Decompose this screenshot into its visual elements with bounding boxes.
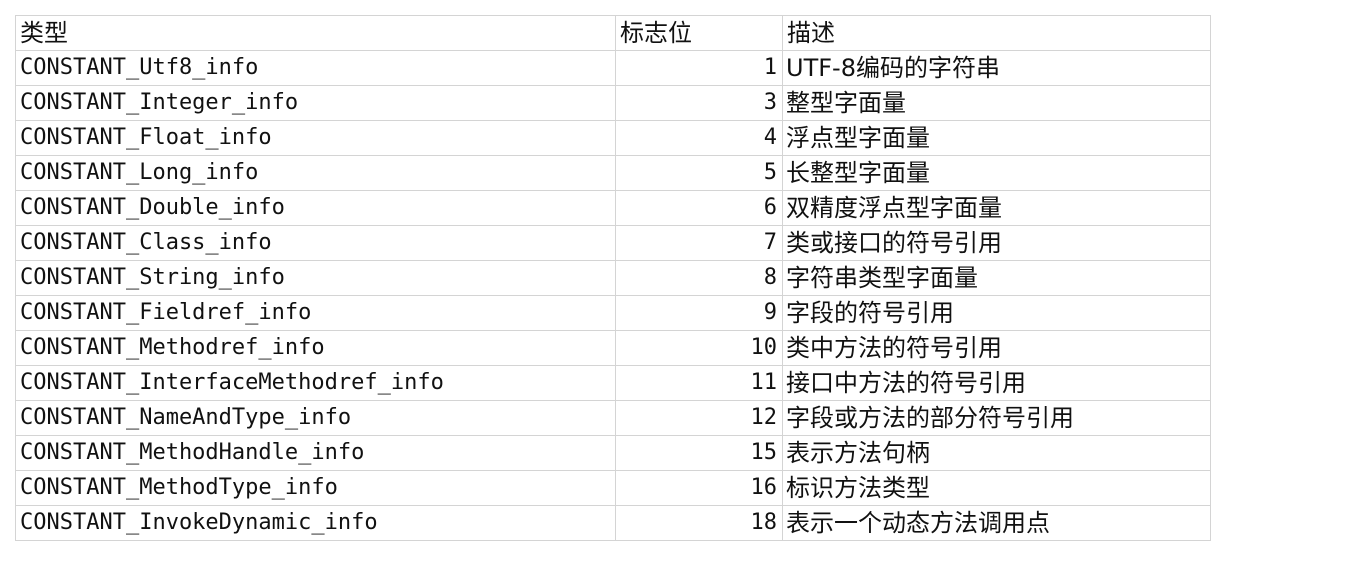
- cell-description[interactable]: 字段或方法的部分符号引用: [782, 400, 1211, 436]
- cell-description[interactable]: 浮点型字面量: [782, 120, 1211, 156]
- cell-type[interactable]: CONSTANT_MethodHandle_info: [15, 435, 616, 471]
- cell-description[interactable]: 类或接口的符号引用: [782, 225, 1211, 261]
- table-row: CONSTANT_NameAndType_info 12 字段或方法的部分符号引用: [15, 400, 1211, 436]
- table-row: CONSTANT_Integer_info 3 整型字面量: [15, 85, 1211, 121]
- cell-description[interactable]: UTF-8编码的字符串: [782, 50, 1211, 86]
- cell-tag[interactable]: 4: [615, 120, 783, 156]
- table-row: CONSTANT_Class_info 7 类或接口的符号引用: [15, 225, 1211, 261]
- header-type[interactable]: 类型: [15, 15, 616, 51]
- cell-tag[interactable]: 15: [615, 435, 783, 471]
- cell-description[interactable]: 长整型字面量: [782, 155, 1211, 191]
- cell-description[interactable]: 字符串类型字面量: [782, 260, 1211, 296]
- cell-description[interactable]: 表示方法句柄: [782, 435, 1211, 471]
- cell-description[interactable]: 字段的符号引用: [782, 295, 1211, 331]
- table-row: CONSTANT_Float_info 4 浮点型字面量: [15, 120, 1211, 156]
- cell-type[interactable]: CONSTANT_Integer_info: [15, 85, 616, 121]
- table-row: CONSTANT_Fieldref_info 9 字段的符号引用: [15, 295, 1211, 331]
- header-row: 类型 标志位 描述: [15, 15, 1211, 51]
- cell-type[interactable]: CONSTANT_Double_info: [15, 190, 616, 226]
- cell-type[interactable]: CONSTANT_Utf8_info: [15, 50, 616, 86]
- cell-tag[interactable]: 7: [615, 225, 783, 261]
- table-row: CONSTANT_InterfaceMethodref_info 11 接口中方法的…: [15, 365, 1211, 401]
- table-row: CONSTANT_MethodType_info 16 标识方法类型: [15, 470, 1211, 506]
- cell-description[interactable]: 接口中方法的符号引用: [782, 365, 1211, 401]
- header-description[interactable]: 描述: [782, 15, 1211, 51]
- table-row: CONSTANT_String_info 8 字符串类型字面量: [15, 260, 1211, 296]
- cell-type[interactable]: CONSTANT_MethodType_info: [15, 470, 616, 506]
- cell-tag[interactable]: 12: [615, 400, 783, 436]
- cell-description[interactable]: 标识方法类型: [782, 470, 1211, 506]
- table-row: CONSTANT_InvokeDynamic_info 18 表示一个动态方法调用点: [15, 505, 1211, 541]
- cell-tag[interactable]: 6: [615, 190, 783, 226]
- cell-type[interactable]: CONSTANT_NameAndType_info: [15, 400, 616, 436]
- cell-type[interactable]: CONSTANT_InterfaceMethodref_info: [15, 365, 616, 401]
- cell-tag[interactable]: 3: [615, 85, 783, 121]
- cell-description[interactable]: 类中方法的符号引用: [782, 330, 1211, 366]
- cell-type[interactable]: CONSTANT_Class_info: [15, 225, 616, 261]
- table-row: CONSTANT_Double_info 6 双精度浮点型字面量: [15, 190, 1211, 226]
- cell-type[interactable]: CONSTANT_Methodref_info: [15, 330, 616, 366]
- cell-tag[interactable]: 9: [615, 295, 783, 331]
- table-body: 类型 标志位 描述 CONSTANT_Utf8_info 1 UTF-8编码的字符串…: [15, 15, 1211, 541]
- table-row: CONSTANT_Methodref_info 10 类中方法的符号引用: [15, 330, 1211, 366]
- table-row: CONSTANT_Long_info 5 长整型字面量: [15, 155, 1211, 191]
- cell-tag[interactable]: 1: [615, 50, 783, 86]
- cell-description[interactable]: 整型字面量: [782, 85, 1211, 121]
- cell-tag[interactable]: 8: [615, 260, 783, 296]
- header-tag[interactable]: 标志位: [615, 15, 783, 51]
- cell-type[interactable]: CONSTANT_Float_info: [15, 120, 616, 156]
- cell-tag[interactable]: 11: [615, 365, 783, 401]
- cell-tag[interactable]: 16: [615, 470, 783, 506]
- cell-type[interactable]: CONSTANT_Fieldref_info: [15, 295, 616, 331]
- cell-tag[interactable]: 5: [615, 155, 783, 191]
- constant-pool-table: 类型 标志位 描述 CONSTANT_Utf8_info 1 UTF-8编码的字符串…: [15, 15, 1211, 541]
- table-row: CONSTANT_MethodHandle_info 15 表示方法句柄: [15, 435, 1211, 471]
- cell-type[interactable]: CONSTANT_InvokeDynamic_info: [15, 505, 616, 541]
- cell-type[interactable]: CONSTANT_String_info: [15, 260, 616, 296]
- cell-description[interactable]: 双精度浮点型字面量: [782, 190, 1211, 226]
- cell-description[interactable]: 表示一个动态方法调用点: [782, 505, 1211, 541]
- cell-tag[interactable]: 10: [615, 330, 783, 366]
- table-row: CONSTANT_Utf8_info 1 UTF-8编码的字符串: [15, 50, 1211, 86]
- cell-type[interactable]: CONSTANT_Long_info: [15, 155, 616, 191]
- cell-tag[interactable]: 18: [615, 505, 783, 541]
